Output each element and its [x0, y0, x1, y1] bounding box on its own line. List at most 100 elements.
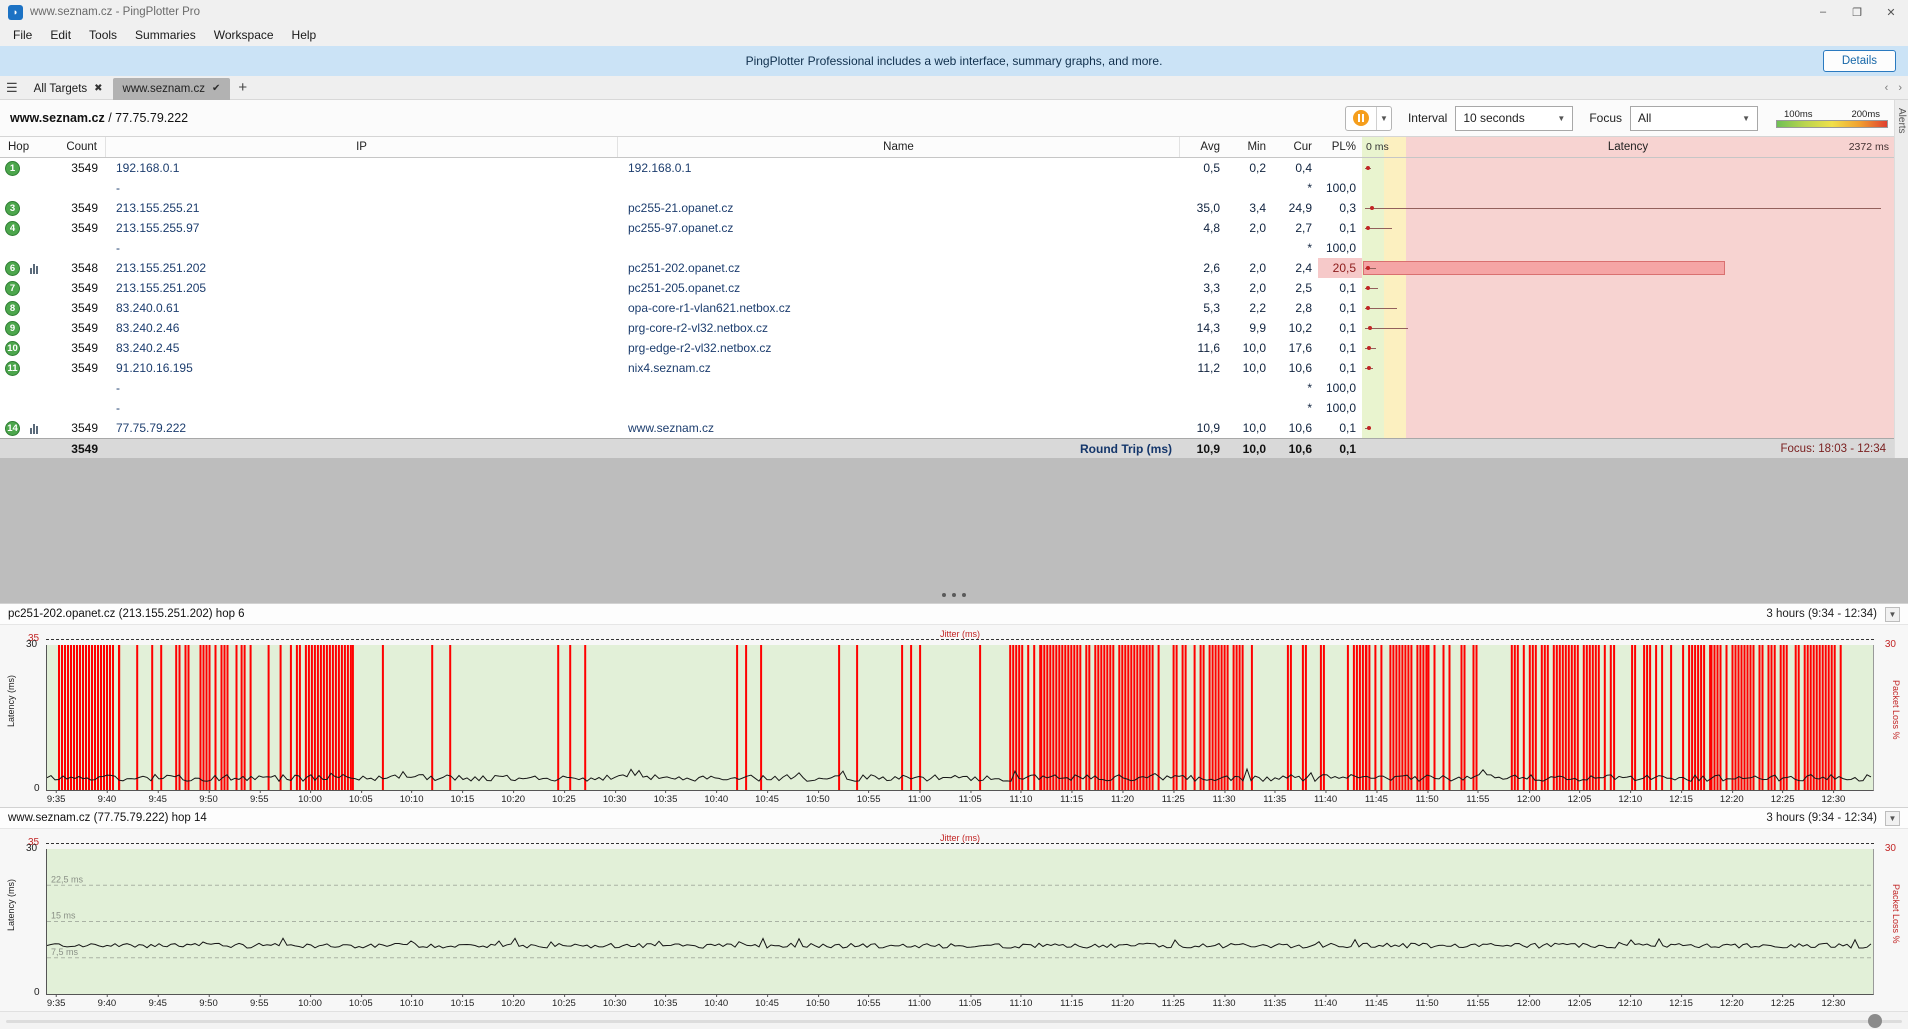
- maximize-button[interactable]: ❐: [1840, 0, 1874, 24]
- ip-cell: 192.168.0.1: [106, 158, 618, 178]
- timeout-row[interactable]: -*100,0: [0, 378, 1894, 398]
- timeout-row[interactable]: -*100,0: [0, 178, 1894, 198]
- round-trip-label: Round Trip (ms): [618, 439, 1180, 458]
- menu-edit[interactable]: Edit: [41, 26, 80, 44]
- focus-select[interactable]: All ▼: [1630, 106, 1758, 131]
- x-tick-label: 10:55: [857, 794, 881, 805]
- latency-cell: [1362, 278, 1894, 298]
- timeout-row[interactable]: -*100,0: [0, 398, 1894, 418]
- menu-file[interactable]: File: [4, 26, 41, 44]
- hop-row-10[interactable]: 10354983.240.2.45prg-edge-r2-vl32.netbox…: [0, 338, 1894, 358]
- hop-row-3[interactable]: 33549213.155.255.21pc255-21.opanet.cz35,…: [0, 198, 1894, 218]
- x-tick-label: 10:35: [654, 998, 678, 1009]
- header-pl[interactable]: PL%: [1318, 137, 1362, 157]
- name-cell: pc255-97.opanet.cz: [618, 218, 1180, 238]
- latency-plot[interactable]: [46, 645, 1874, 791]
- x-tick-label: 10:10: [400, 794, 424, 805]
- ip-cell: 213.155.251.202: [106, 258, 618, 278]
- timeout-row[interactable]: -*100,0: [0, 238, 1894, 258]
- targets-menu-icon[interactable]: ☰: [6, 80, 18, 96]
- min-cell: 3,4: [1226, 198, 1272, 218]
- x-tick-label: 10:30: [603, 998, 627, 1009]
- x-tick-label: 10:20: [501, 794, 525, 805]
- min-cell: 2,0: [1226, 278, 1272, 298]
- header-count[interactable]: Count: [50, 137, 106, 157]
- hop-row-1[interactable]: 13549192.168.0.1192.168.0.10,50,20,4: [0, 158, 1894, 178]
- x-tick-label: 12:30: [1821, 998, 1845, 1009]
- x-tick-label: 10:15: [450, 794, 474, 805]
- x-tick-label: 10:45: [755, 794, 779, 805]
- graph-options-button[interactable]: ▼: [1885, 811, 1900, 826]
- x-tick-label: 11:10: [1009, 794, 1032, 805]
- menu-tools[interactable]: Tools: [80, 26, 126, 44]
- tab-all-targets[interactable]: All Targets ✖: [24, 78, 113, 100]
- splitter-handle[interactable]: [932, 590, 976, 600]
- hop-number-badge: 6: [5, 261, 20, 276]
- hop-cell: 9: [0, 318, 30, 338]
- menu-summaries[interactable]: Summaries: [126, 26, 205, 44]
- jitter-ruler-line: [46, 639, 1874, 640]
- icon-cell: [30, 178, 50, 198]
- x-tick-label: 10:40: [704, 794, 728, 805]
- icon-cell: [30, 398, 50, 418]
- header-name[interactable]: Name: [618, 137, 1180, 157]
- hop-row-7[interactable]: 73549213.155.251.205pc251-205.opanet.cz3…: [0, 278, 1894, 298]
- cur-cell: 10,2: [1272, 318, 1318, 338]
- pause-button[interactable]: [1346, 107, 1376, 130]
- latency-marker: [1367, 366, 1371, 370]
- cur-cell: *: [1272, 398, 1318, 418]
- avg-cell: 35,0: [1180, 198, 1226, 218]
- name-cell: pc251-205.opanet.cz: [618, 278, 1180, 298]
- scrollbar-track[interactable]: [6, 1020, 1902, 1023]
- tab-scroll-right-icon[interactable]: ›: [1898, 82, 1902, 94]
- tab-scroll-left-icon[interactable]: ‹: [1885, 82, 1889, 94]
- hop-row-14[interactable]: 14354977.75.79.222www.seznam.cz10,910,01…: [0, 418, 1894, 438]
- round-trip-avg: 10,9: [1180, 439, 1226, 458]
- alerts-panel-tab[interactable]: Alerts: [1894, 100, 1908, 458]
- header-latency[interactable]: 0 ms Latency 2372 ms: [1362, 137, 1894, 157]
- name-cell: [618, 178, 1180, 198]
- latency-plot[interactable]: 22,5 ms15 ms7,5 ms: [46, 849, 1874, 995]
- pl-cell: 0,3: [1318, 198, 1362, 218]
- hop-row-4[interactable]: 43549213.155.255.97pc255-97.opanet.cz4,8…: [0, 218, 1894, 238]
- horizontal-scrollbar[interactable]: [0, 1011, 1908, 1029]
- min-cell: 2,2: [1226, 298, 1272, 318]
- close-button[interactable]: ✕: [1874, 0, 1908, 24]
- menu-bar: FileEditToolsSummariesWorkspaceHelp: [0, 24, 1908, 46]
- header-cur[interactable]: Cur: [1272, 137, 1318, 157]
- interval-value: 10 seconds: [1463, 111, 1524, 125]
- interval-select[interactable]: 10 seconds ▼: [1455, 106, 1573, 131]
- target-title: www.seznam.cz / 77.75.79.222: [10, 111, 188, 125]
- latency-marker: [1366, 286, 1370, 290]
- minimize-button[interactable]: –: [1806, 0, 1840, 24]
- header-hop[interactable]: Hop: [0, 137, 50, 157]
- pause-dropdown-arrow[interactable]: ▼: [1376, 107, 1391, 130]
- hop-number-badge: 3: [5, 201, 20, 216]
- hop-row-11[interactable]: 11354991.210.16.195nix4.seznam.cz11,210,…: [0, 358, 1894, 378]
- avg-cell: [1180, 178, 1226, 198]
- tab-target-seznam[interactable]: www.seznam.cz ✔: [113, 78, 231, 100]
- hop-number-badge: 8: [5, 301, 20, 316]
- new-target-tab-button[interactable]: +: [230, 79, 255, 96]
- y-axis-label: Latency (ms): [6, 675, 16, 727]
- icon-cell: [30, 218, 50, 238]
- avg-cell: 0,5: [1180, 158, 1226, 178]
- hop-row-6[interactable]: 63548213.155.251.202pc251-202.opanet.cz2…: [0, 258, 1894, 278]
- details-button[interactable]: Details: [1823, 50, 1896, 72]
- menu-help[interactable]: Help: [283, 26, 326, 44]
- count-cell: [50, 238, 106, 258]
- x-tick-label: 12:15: [1669, 998, 1693, 1009]
- header-min[interactable]: Min: [1226, 137, 1272, 157]
- hop-row-8[interactable]: 8354983.240.0.61opa-core-r1-vlan621.netb…: [0, 298, 1894, 318]
- hop-row-9[interactable]: 9354983.240.2.46prg-core-r2-vl32.netbox.…: [0, 318, 1894, 338]
- round-trip-row[interactable]: 3549 Round Trip (ms) 10,9 10,0 10,6 0,1 …: [0, 438, 1894, 458]
- header-avg[interactable]: Avg: [1180, 137, 1226, 157]
- latency-cell: [1362, 258, 1894, 278]
- header-ip[interactable]: IP: [106, 137, 618, 157]
- scrollbar-thumb[interactable]: [1868, 1014, 1882, 1028]
- menu-workspace[interactable]: Workspace: [205, 26, 283, 44]
- tab-close-icon[interactable]: ✖: [94, 83, 102, 94]
- graph-options-button[interactable]: ▼: [1885, 607, 1900, 622]
- x-tick-label: 9:45: [148, 998, 167, 1009]
- x-tick-label: 11:35: [1263, 794, 1286, 805]
